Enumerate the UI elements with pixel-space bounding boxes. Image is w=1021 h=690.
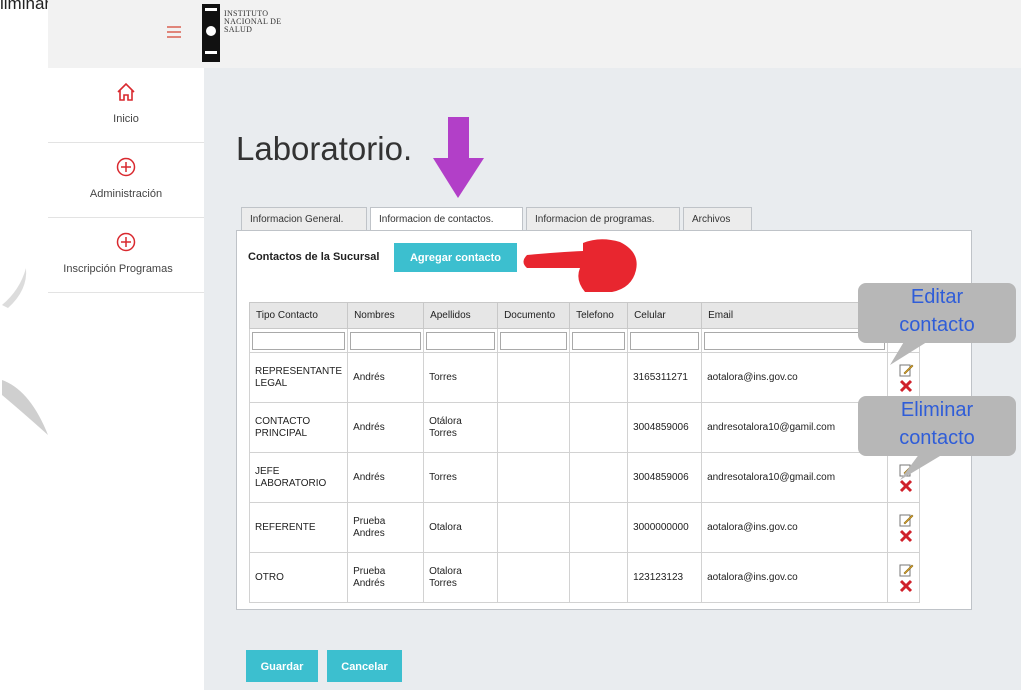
- cell-tipo: CONTACTO PRINCIPAL: [248, 402, 349, 453]
- cell-apellidos: Otalora Torres: [423, 552, 499, 603]
- cell-telefono: [569, 352, 629, 403]
- decorative-feather-icon: [2, 268, 48, 435]
- filter-nombres-input[interactable]: [350, 331, 422, 350]
- cell-nombres: Andrés: [347, 452, 425, 503]
- cell-telefono: [569, 502, 629, 553]
- column-header[interactable]: Apellidos: [423, 302, 499, 329]
- add-contact-button[interactable]: Agregar contacto: [394, 243, 517, 272]
- cell-celular: 3000000000: [627, 502, 703, 553]
- cell-nombres: Andrés: [347, 352, 425, 403]
- cell-documento: [497, 452, 571, 503]
- sidebar-item-inscripcion-programas[interactable]: Inscripción Programas: [48, 218, 204, 293]
- cell-nombres: Prueba Andres: [347, 502, 425, 553]
- edit-icon[interactable]: [899, 463, 914, 477]
- cell-email: andresotalora10@gmail.com: [701, 452, 889, 503]
- institution-logo: INSTITUTO NACIONAL DE SALUD: [202, 4, 322, 62]
- cell-apellidos: Torres: [423, 452, 499, 503]
- table-row: REFERENTE Prueba Andres Otalora 30000000…: [248, 502, 921, 553]
- delete-icon[interactable]: [899, 579, 913, 593]
- cell-documento: [497, 402, 571, 453]
- cell-telefono: [569, 452, 629, 503]
- edit-icon[interactable]: [899, 363, 914, 377]
- edit-contact-callout: Editar contacto: [858, 283, 1016, 343]
- delete-icon[interactable]: [899, 379, 913, 393]
- cell-documento: [497, 352, 571, 403]
- table-row: CONTACTO PRINCIPAL Andrés Otálora Torres…: [248, 402, 921, 453]
- cell-telefono: [569, 402, 629, 453]
- cancel-button[interactable]: Cancelar: [327, 650, 402, 682]
- cell-email: aotalora@ins.gov.co: [701, 352, 889, 403]
- cell-documento: [497, 552, 571, 603]
- top-header: [48, 0, 1021, 68]
- save-button[interactable]: Guardar: [246, 650, 318, 682]
- cell-documento: [497, 502, 571, 553]
- sidebar-item-label: Administración: [89, 188, 163, 200]
- table-row: JEFE LABORATORIO Andrés Torres 300485900…: [248, 452, 921, 503]
- filter-telefono-input[interactable]: [572, 331, 626, 350]
- tab-informacion-contactos[interactable]: Informacion de contactos.: [370, 207, 523, 232]
- filter-apellidos-input[interactable]: [426, 331, 496, 350]
- cell-nombres: Andrés: [347, 402, 425, 453]
- logo-text: INSTITUTO NACIONAL DE SALUD: [224, 9, 282, 34]
- contacts-section-title: Contactos de la Sucursal: [248, 251, 380, 263]
- delete-icon[interactable]: [899, 529, 913, 543]
- delete-icon[interactable]: [899, 479, 913, 493]
- column-header[interactable]: Tipo Contacto: [248, 302, 349, 329]
- tab-informacion-general[interactable]: Informacion General.: [241, 207, 367, 230]
- cell-apellidos: Otálora Torres: [423, 402, 499, 453]
- hamburger-menu-icon[interactable]: [167, 26, 181, 38]
- row-actions: [887, 502, 921, 553]
- table-row: OTRO Prueba Andrés Otalora Torres 123123…: [248, 552, 921, 603]
- edit-icon[interactable]: [899, 563, 914, 577]
- row-actions: [887, 452, 921, 503]
- column-header[interactable]: Nombres: [347, 302, 425, 329]
- sidebar-item-administracion[interactable]: Administración: [48, 143, 204, 218]
- plus-circle-icon: [116, 157, 136, 177]
- sidebar-item-label: Inicio: [113, 113, 139, 125]
- cell-tipo: REPRESENTANTE LEGAL: [248, 352, 349, 403]
- cell-tipo: JEFE LABORATORIO: [248, 452, 349, 503]
- delete-contact-callout: Eliminar contacto: [858, 396, 1016, 456]
- sidebar: Inicio Administración Inscripción Progra…: [48, 68, 204, 294]
- filter-documento-input[interactable]: [500, 331, 568, 350]
- home-icon: [117, 82, 135, 101]
- row-actions: [887, 352, 921, 403]
- cell-celular: 3165311271: [627, 352, 703, 403]
- cell-tipo: REFERENTE: [248, 502, 349, 553]
- filter-celular-input[interactable]: [630, 331, 700, 350]
- row-actions: [887, 552, 921, 603]
- tab-archivos[interactable]: Archivos: [683, 207, 752, 230]
- cell-email: aotalora@ins.gov.co: [701, 552, 889, 603]
- column-header[interactable]: Telefono: [569, 302, 629, 329]
- cell-nombres: Prueba Andrés: [347, 552, 425, 603]
- table-row: REPRESENTANTE LEGAL Andrés Torres 316531…: [248, 352, 921, 403]
- cell-tipo: OTRO: [248, 552, 349, 603]
- cell-email: aotalora@ins.gov.co: [701, 502, 889, 553]
- cell-celular: 123123123: [627, 552, 703, 603]
- logo-mark-icon: [202, 4, 220, 62]
- page-title: Laboratorio.: [236, 130, 413, 167]
- cell-telefono: [569, 552, 629, 603]
- cell-celular: 3004859006: [627, 452, 703, 503]
- edit-icon[interactable]: [899, 513, 914, 527]
- column-header[interactable]: Documento: [497, 302, 571, 329]
- tab-informacion-programas[interactable]: Informacion de programas.: [526, 207, 680, 230]
- sidebar-item-inicio[interactable]: Inicio: [48, 68, 204, 143]
- cell-celular: 3004859006: [627, 402, 703, 453]
- contacts-table: Tipo Contacto Nombres Apellidos Document…: [248, 302, 921, 603]
- column-header[interactable]: Celular: [627, 302, 703, 329]
- filter-row: [248, 328, 921, 353]
- table-header-row: Tipo Contacto Nombres Apellidos Document…: [248, 302, 921, 329]
- filter-tipo-contacto-input[interactable]: [252, 331, 346, 350]
- cell-apellidos: Otalora: [423, 502, 499, 553]
- plus-circle-icon: [116, 232, 136, 252]
- cell-apellidos: Torres: [423, 352, 499, 403]
- sidebar-item-label: Inscripción Programas: [63, 263, 173, 275]
